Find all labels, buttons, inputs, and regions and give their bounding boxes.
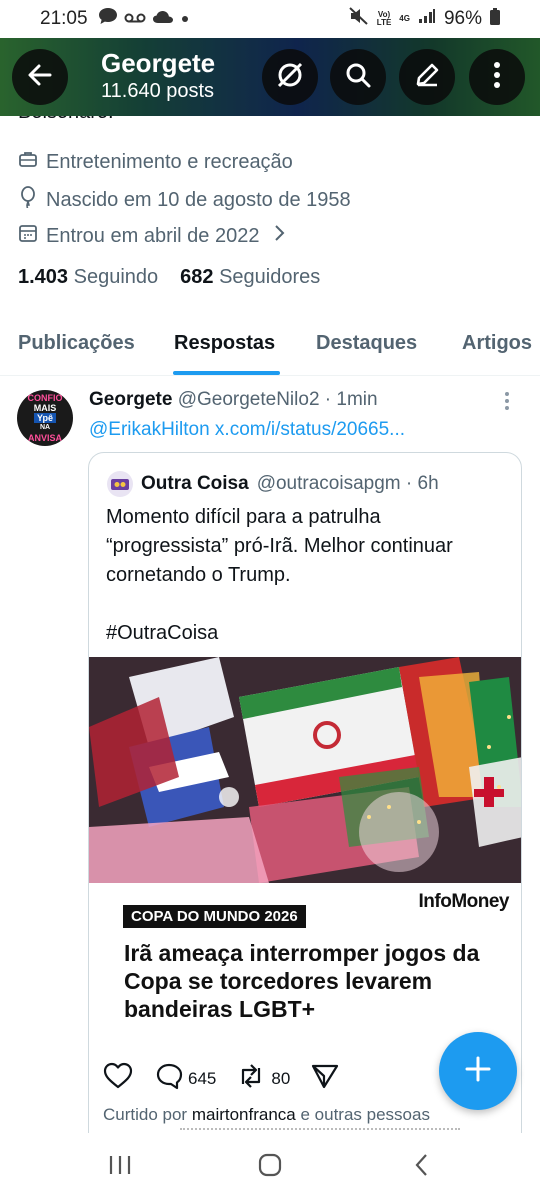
message-icon: [98, 7, 118, 31]
reply-count: 645: [188, 1068, 217, 1088]
chevron-right-icon: [273, 224, 285, 248]
back-nav-button[interactable]: [412, 1153, 432, 1182]
follow-stats: 1.403 Seguindo 682 Seguidores: [18, 266, 320, 289]
pencil-icon: [413, 61, 441, 94]
quoted-tweet-header: Outra Coisa @outracoisapgm · 6h: [107, 471, 439, 497]
arrow-left-icon: [26, 61, 54, 94]
heart-icon: [103, 1062, 133, 1095]
news-card[interactable]: InfoMoney COPA DO MUNDO 2026 Irã ameaça …: [89, 883, 521, 1048]
send-icon: [310, 1062, 340, 1095]
plus-icon: [464, 1055, 492, 1088]
tweet-handle-time: @GeorgeteNilo2 · 1min: [177, 389, 378, 410]
profile-tabs: Publicações Respostas Destaques Artigos: [0, 320, 540, 376]
more-options-button[interactable]: [469, 49, 525, 105]
active-tab-indicator: [173, 371, 280, 375]
system-navigation-bar: [0, 1133, 540, 1200]
birthday-text: Nascido em 10 de agosto de 1958: [46, 188, 351, 211]
compose-button[interactable]: [439, 1032, 517, 1110]
back-button[interactable]: [12, 49, 68, 105]
balloon-icon: [18, 186, 38, 214]
avatar[interactable]: CONFIO MAIS Ypê NA ANVISA: [17, 390, 73, 446]
battery-icon: [490, 7, 500, 31]
repost-count: 80: [271, 1068, 291, 1088]
header-title: Georgete 11.640 posts: [101, 48, 215, 104]
calendar-icon: [18, 223, 38, 249]
tweet-author-name[interactable]: Georgete: [89, 389, 172, 410]
tab-artigos[interactable]: Artigos: [462, 332, 532, 355]
reply-button[interactable]: 645: [155, 1062, 216, 1095]
more-vertical-icon: [503, 392, 511, 416]
signal-icon: [418, 8, 436, 30]
briefcase-icon: [18, 149, 38, 175]
more-vertical-icon: [493, 61, 501, 94]
post-count: 11.640 posts: [101, 80, 215, 102]
news-brand: InfoMoney: [418, 891, 510, 912]
news-category-badge: COPA DO MUNDO 2026: [123, 905, 306, 928]
profile-name: Georgete: [101, 48, 216, 78]
search-button[interactable]: [330, 49, 386, 105]
tweet-reply-text[interactable]: @ErikakHilton x.com/i/status/20665...: [89, 419, 405, 441]
recent-apps-button[interactable]: [107, 1153, 133, 1182]
repost-button[interactable]: 80: [236, 1062, 290, 1095]
joined-row[interactable]: Entrou em abril de 2022: [18, 223, 285, 249]
comment-icon: [155, 1062, 183, 1095]
grok-icon: [275, 60, 305, 95]
tab-respostas[interactable]: Respostas: [174, 332, 275, 355]
grok-button[interactable]: [262, 49, 318, 105]
volte-indicator: Vo) LTE: [376, 10, 392, 27]
clock: 21:05: [40, 8, 88, 29]
mute-icon: [349, 7, 369, 31]
clipped-text-edge: [180, 1128, 460, 1131]
quoted-tweet-text: Momento difícil para a patrulha “progres…: [106, 506, 453, 644]
tab-publicacoes[interactable]: Publicações: [18, 332, 135, 355]
category-row: Entretenimento e recreação: [18, 149, 293, 175]
following-link[interactable]: 1.403 Seguindo: [18, 266, 158, 289]
quoted-avatar: [107, 471, 133, 497]
repost-icon: [236, 1062, 266, 1095]
liked-by-text: Curtido por mairtonfranca e outras pesso…: [103, 1105, 430, 1124]
status-bar: 21:05 Vo) LTE 4G 96%: [0, 0, 540, 38]
voicemail-icon: [124, 8, 146, 30]
birthday-row: Nascido em 10 de agosto de 1958: [18, 186, 351, 214]
search-icon: [344, 61, 372, 94]
battery-level: 96%: [443, 8, 482, 29]
quoted-handle-time: @outracoisapgm · 6h: [256, 473, 439, 494]
network-indicator: 4G: [399, 14, 410, 23]
profile-header: Georgete 11.640 posts: [0, 38, 540, 116]
joined-text: Entrou em abril de 2022: [46, 224, 260, 247]
category-text: Entretenimento e recreação: [46, 150, 293, 173]
tweet-actions: 645 80: [103, 1062, 340, 1095]
news-headline: Irã ameaça interromper jogos da Copa se …: [124, 940, 480, 1022]
tab-destaques[interactable]: Destaques: [316, 332, 417, 355]
liked-by-user[interactable]: mairtonfranca: [192, 1105, 296, 1124]
tweet-more-button[interactable]: [503, 390, 511, 417]
news-image[interactable]: [89, 657, 521, 883]
share-button[interactable]: [310, 1062, 340, 1095]
tweet-header: Georgete @GeorgeteNilo2 · 1min: [89, 389, 378, 411]
home-button[interactable]: [257, 1153, 283, 1182]
flags-photo: [89, 657, 521, 883]
dot-icon: [180, 8, 190, 30]
quoted-author-name: Outra Coisa: [141, 473, 249, 494]
cloud-icon: [152, 8, 174, 30]
followers-link[interactable]: 682 Seguidores: [180, 266, 320, 289]
like-button[interactable]: [103, 1062, 133, 1095]
edit-button[interactable]: [399, 49, 455, 105]
